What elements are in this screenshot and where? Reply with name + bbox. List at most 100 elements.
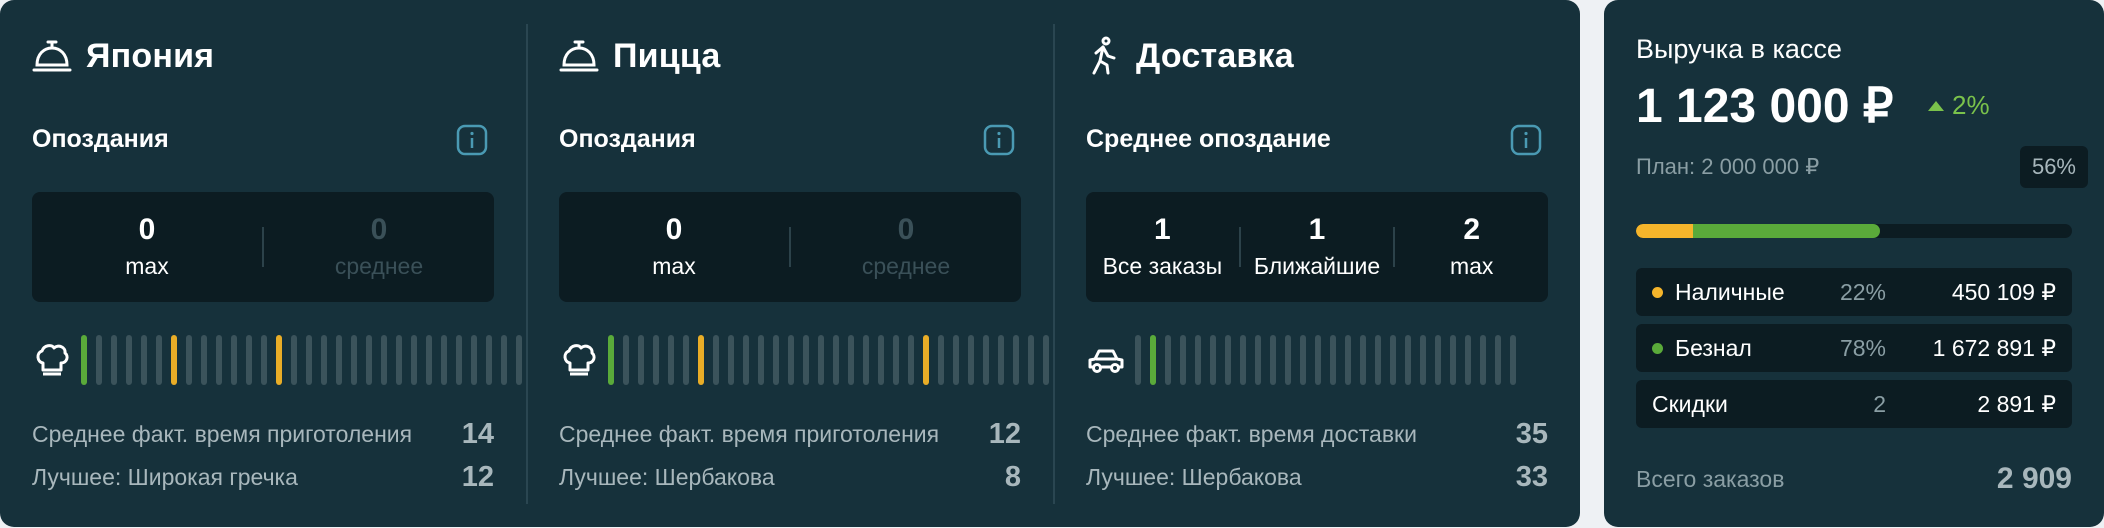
best-courier: Лучшее: Шербакова 33 (1086, 461, 1548, 494)
column-header: Япония (32, 34, 214, 78)
timeline-bar (486, 335, 492, 385)
stat-all-orders: 1 Все заказы (1086, 212, 1239, 282)
timeline-bar (623, 335, 629, 385)
column-header: Пицца (559, 34, 720, 78)
stat-label: max (652, 253, 696, 279)
orders-timeline (559, 334, 1049, 386)
stat-label: Все заказы (1102, 253, 1223, 279)
cloche-icon (32, 38, 72, 74)
arrow-up-icon (1928, 100, 1944, 111)
info-icon[interactable] (983, 124, 1015, 156)
stat-value: 0 (665, 213, 683, 246)
timeline-bar (186, 335, 192, 385)
stat-value: 1 (1153, 213, 1171, 246)
timeline-bar (728, 335, 734, 385)
lateness-subtitle: Опоздания (32, 125, 169, 153)
timeline-bar (396, 335, 402, 385)
timeline-bar (291, 335, 297, 385)
timeline-bar (878, 335, 884, 385)
timeline-bar (1510, 335, 1516, 385)
best-cook: Лучшее: Шербакова 8 (559, 461, 1021, 494)
stat-label: max (125, 253, 169, 279)
timeline-bar (953, 335, 959, 385)
plan-percent-badge: 56% (2019, 146, 2088, 188)
change-value: 2% (1952, 90, 1990, 120)
stat-average: 0 среднее (791, 212, 1021, 282)
timeline-bar (683, 335, 689, 385)
timeline-bar (321, 335, 327, 385)
metric-value: 12 (461, 461, 494, 493)
timeline-bar (1043, 335, 1049, 385)
timeline-bar (366, 335, 372, 385)
revenue-change: 2% (1928, 90, 1990, 121)
kitchen-stats-card: Япония Опоздания 0 max 0 среднее Среднее… (0, 0, 1580, 527)
timeline-bar (1420, 335, 1426, 385)
chef-hat-icon (32, 340, 72, 380)
metric-value: 12 (988, 418, 1021, 450)
lateness-stats: 1 Все заказы 1 Ближайшие 2 max (1086, 192, 1548, 302)
timeline-bar (848, 335, 854, 385)
payment-row-cashless: Безнал 78% 1 672 891 ₽ (1636, 324, 2072, 372)
column-japan: Япония Опоздания 0 max 0 среднее Среднее… (0, 0, 526, 527)
metric-value: 14 (461, 418, 494, 450)
best-cook: Лучшее: Широкая гречка 12 (32, 461, 494, 494)
cashless-dot-icon (1652, 342, 1663, 354)
cloche-icon (559, 38, 599, 74)
stat-value: 0 (138, 213, 156, 246)
stat-label: среднее (334, 253, 424, 279)
timeline-bar (713, 335, 719, 385)
timeline-bar (908, 335, 914, 385)
metric-value: 35 (1515, 418, 1548, 450)
row-label: Скидки (1652, 390, 1728, 417)
timeline-bar (743, 335, 749, 385)
timeline-bar (1285, 335, 1291, 385)
column-title: Япония (86, 36, 215, 75)
timeline-bar (998, 335, 1004, 385)
row-amount: 2 891 ₽ (1977, 390, 2056, 417)
timeline-bar (201, 335, 207, 385)
orders-timeline (32, 334, 522, 386)
timeline-bar (1300, 335, 1306, 385)
timeline-bar (1315, 335, 1321, 385)
timeline-bar (818, 335, 824, 385)
timeline-bar (1180, 335, 1186, 385)
stat-value: 2 (1463, 213, 1481, 246)
info-icon[interactable] (1510, 124, 1542, 156)
progress-card-segment (1692, 224, 1881, 238)
timeline-bar (1135, 335, 1141, 385)
timeline-bar (668, 335, 674, 385)
info-icon[interactable] (456, 124, 488, 156)
stat-nearest: 1 Ближайшие (1241, 212, 1394, 282)
metric-value: 33 (1515, 461, 1548, 493)
stat-max: 2 max (1395, 212, 1548, 282)
car-icon (1086, 340, 1126, 380)
timeline-bar (968, 335, 974, 385)
timeline-bar-late (276, 335, 282, 385)
timeline-bar (1255, 335, 1261, 385)
metric-label: Лучшее: Шербакова (559, 464, 775, 490)
timeline-bar (893, 335, 899, 385)
row-label: Безнал (1675, 334, 1752, 361)
timeline-bar (351, 335, 357, 385)
metric-label: Лучшее: Шербакова (1086, 464, 1302, 490)
column-title: Доставка (1136, 36, 1294, 75)
payment-row-discounts: Скидки 2 2 891 ₽ (1636, 380, 2072, 428)
timeline-bar (1225, 335, 1231, 385)
stat-label: Ближайшие (1253, 253, 1381, 279)
timeline-bar-late (923, 335, 929, 385)
timeline-bar (216, 335, 222, 385)
metric-label: Среднее факт. время приготоления (559, 421, 940, 447)
timeline-bar (1028, 335, 1034, 385)
timeline-bar (456, 335, 462, 385)
timeline-bar (1450, 335, 1456, 385)
revenue-title: Выручка в кассе (1636, 34, 1842, 64)
timeline-bar (111, 335, 117, 385)
timeline-bar (516, 335, 522, 385)
timeline-bar (1345, 335, 1351, 385)
timeline-bar (833, 335, 839, 385)
timeline-bar (336, 335, 342, 385)
total-label: Всего заказов (1636, 465, 1785, 492)
timeline-bar (381, 335, 387, 385)
timeline-bar (1165, 335, 1171, 385)
timeline-bar (1465, 335, 1471, 385)
